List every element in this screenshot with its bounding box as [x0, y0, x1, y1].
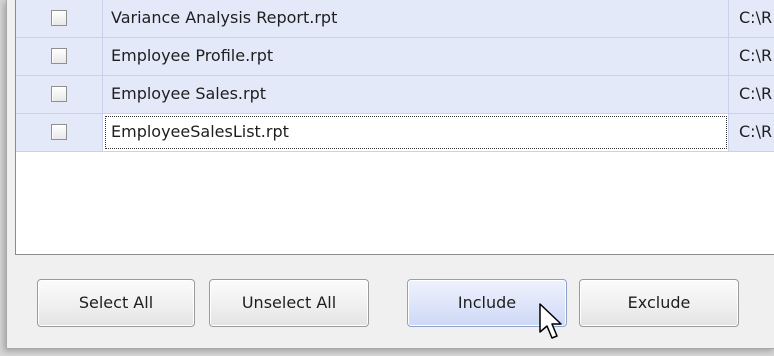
table-row[interactable]: Variance Analysis Report.rpt C:\R [16, 0, 774, 38]
report-name-cell[interactable]: Employee Sales.rpt [103, 76, 729, 113]
report-path-cell[interactable]: C:\R [731, 76, 774, 113]
report-path-cell[interactable]: C:\R [731, 38, 774, 75]
report-selection-panel: Variance Analysis Report.rpt C:\R Employ… [6, 0, 774, 349]
exclude-button[interactable]: Exclude [579, 279, 739, 327]
report-name-cell[interactable]: Employee Profile.rpt [103, 38, 729, 75]
row-checkbox[interactable] [51, 124, 67, 140]
mouse-pointer-icon [539, 303, 562, 339]
report-path-cell[interactable]: C:\R [731, 114, 774, 151]
report-path-cell[interactable]: C:\R [731, 0, 774, 37]
report-name-cell[interactable]: Variance Analysis Report.rpt [103, 0, 729, 37]
select-all-button[interactable]: Select All [37, 279, 195, 327]
checkbox-cell [16, 114, 103, 151]
table-row[interactable]: Employee Sales.rpt C:\R [16, 76, 774, 114]
row-checkbox[interactable] [51, 48, 67, 64]
report-name-cell-focused[interactable]: EmployeeSalesList.rpt [103, 114, 729, 151]
row-checkbox[interactable] [51, 10, 67, 26]
row-checkbox[interactable] [51, 86, 67, 102]
unselect-all-button[interactable]: Unselect All [209, 279, 369, 327]
table-row[interactable]: Employee Profile.rpt C:\R [16, 38, 774, 76]
checkbox-cell [16, 76, 103, 113]
checkbox-cell [16, 0, 103, 37]
table-row[interactable]: EmployeeSalesList.rpt C:\R [16, 114, 774, 152]
checkbox-cell [16, 38, 103, 75]
report-grid: Variance Analysis Report.rpt C:\R Employ… [15, 0, 774, 255]
